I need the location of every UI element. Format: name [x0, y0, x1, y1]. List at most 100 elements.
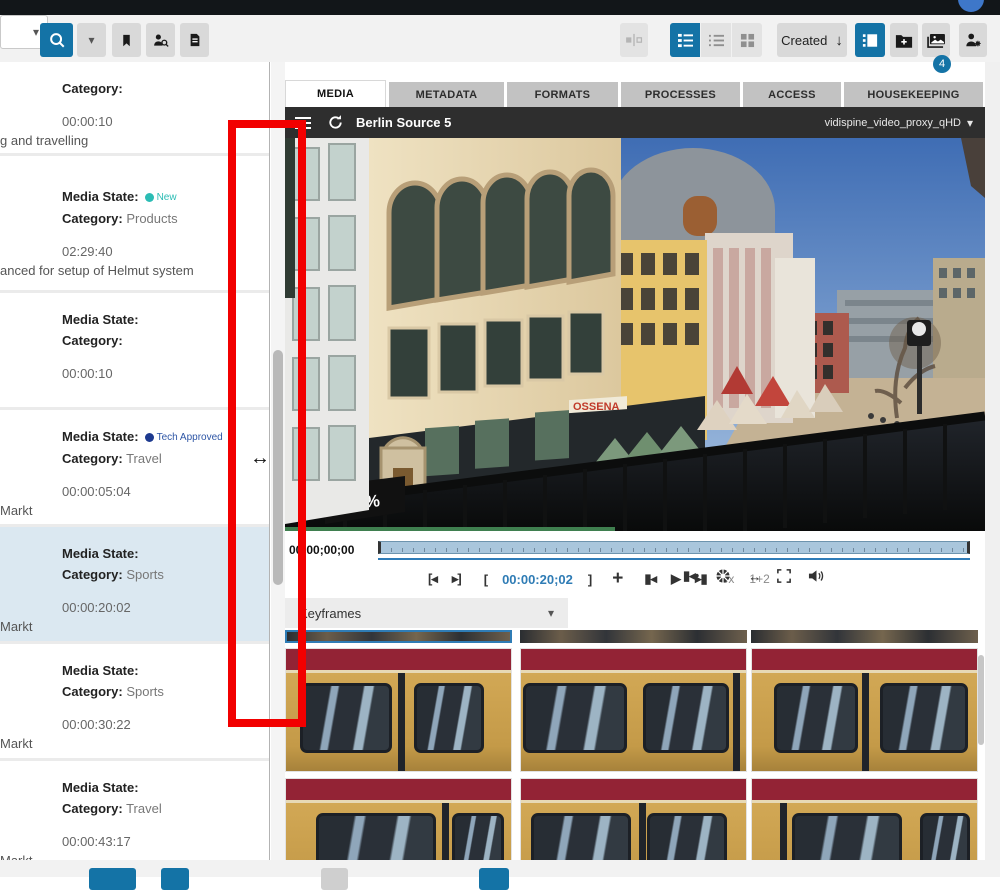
goto-in-icon[interactable]: [◂ — [428, 571, 437, 587]
category-label: Category: — [62, 333, 123, 348]
list-item[interactable]: Media State: Category: 00:00:10 — [0, 293, 270, 410]
sort-label: Created — [781, 33, 827, 48]
saved-searches-button[interactable] — [112, 23, 141, 57]
fullscreen-icon[interactable] — [777, 569, 791, 583]
top-bar — [0, 0, 1000, 15]
category-label: Category: — [62, 801, 123, 816]
duration: 00:00:20:02 — [0, 599, 270, 616]
duration: 02:29:40 — [0, 243, 270, 260]
user-search-button[interactable] — [146, 23, 175, 57]
keyframes-dropdown[interactable]: Keyframes ▾ — [285, 598, 568, 628]
sort-button[interactable]: Created ↓ — [777, 23, 847, 57]
category-value: Travel — [126, 451, 162, 466]
state-value: Tech Approved — [157, 432, 223, 443]
jump-start-icon[interactable]: ▮◂• — [683, 568, 698, 584]
panel-layout-icon — [862, 33, 878, 48]
document-icon — [188, 32, 202, 48]
view-detail-list-button[interactable] — [670, 23, 700, 57]
chevron-down-icon: ▾ — [967, 117, 973, 129]
search-button[interactable] — [40, 23, 73, 57]
chevron-down-icon: ▾ — [88, 34, 94, 46]
tab-formats[interactable]: FORMATS — [507, 82, 618, 107]
keyframe-thumbnail[interactable] — [285, 778, 512, 860]
list-item[interactable]: Media State: Category: Sports 00:00:30:2… — [0, 644, 270, 761]
panel-layout-button[interactable] — [855, 23, 885, 57]
volume-icon[interactable] — [808, 569, 825, 583]
search-options-dropdown[interactable]: ▾ — [77, 23, 106, 57]
asset-detail-panel: MEDIA METADATA FORMATS PROCESSES ACCESS … — [285, 62, 1000, 860]
bottom-button[interactable] — [321, 868, 348, 890]
category-value: Travel — [126, 801, 162, 816]
bottom-button[interactable] — [479, 868, 509, 890]
item-title: Markt — [0, 502, 270, 519]
timeline-scrubber[interactable] — [378, 541, 970, 554]
collections-button[interactable] — [922, 23, 950, 57]
mark-in-icon[interactable]: [ — [484, 572, 487, 587]
list-item[interactable]: Media State: Category: Travel 00:00:43:1… — [0, 761, 270, 860]
tab-housekeeping[interactable]: HOUSEKEEPING — [844, 82, 983, 107]
keyframe-thumbnail[interactable] — [751, 648, 978, 772]
tab-metadata[interactable]: METADATA — [389, 82, 504, 107]
video-scene: CBS — [285, 138, 985, 531]
list-item[interactable]: Media State:New Category: Products 02:29… — [0, 156, 270, 293]
bottom-button[interactable] — [89, 868, 136, 890]
arrow-down-icon: ↓ — [835, 32, 843, 49]
list-scrollbar-thumb[interactable] — [273, 350, 283, 585]
media-state-label: Media State: — [62, 780, 139, 795]
view-grid-button[interactable] — [732, 23, 762, 57]
refresh-icon[interactable] — [327, 114, 344, 131]
list-icon — [708, 33, 725, 48]
duration: 00:00:43:17 — [0, 833, 270, 850]
proxy-selector[interactable]: vidispine_video_proxy_qHD ▾ — [825, 117, 973, 129]
chevron-down-icon: ▾ — [33, 26, 39, 38]
view-list-button[interactable] — [701, 23, 731, 57]
category-value: Sports — [126, 684, 164, 699]
media-state-label: Media State: — [62, 189, 139, 204]
tab-access[interactable]: ACCESS — [743, 82, 841, 107]
list-item-selected[interactable]: Media State: Category: Sports 00:00:20:0… — [0, 527, 270, 644]
panel-splitter[interactable] — [269, 62, 270, 860]
keyframe-thumbnail[interactable] — [520, 648, 747, 772]
panel-right-margin — [985, 62, 1000, 860]
previous-frame-icon[interactable]: ▮◂ — [644, 571, 656, 587]
keyframe-thumbnail-selected[interactable] — [285, 630, 512, 643]
list-item[interactable]: Media State:Tech Approved Category: Trav… — [0, 410, 270, 527]
keyframe-thumbnail[interactable] — [520, 778, 747, 860]
tab-processes[interactable]: PROCESSES — [621, 82, 740, 107]
list-item[interactable]: Category: 00:00:10 g and travelling — [0, 62, 270, 156]
folder-add-icon — [895, 33, 913, 48]
keyframe-thumbnail[interactable] — [751, 778, 978, 860]
images-icon — [927, 33, 946, 48]
keyframe-thumbnail[interactable] — [520, 630, 747, 643]
user-search-icon — [151, 32, 170, 49]
keyframe-thumbnail[interactable] — [285, 648, 512, 772]
keyframes-dropdown-label: Keyframes — [299, 606, 361, 621]
goto-out-icon[interactable]: ▸] — [452, 571, 461, 587]
keyframes-scrollbar-thumb[interactable] — [978, 655, 984, 745]
item-title: Markt — [0, 852, 270, 860]
settings-wheel-icon[interactable] — [715, 568, 731, 584]
bottom-button[interactable] — [161, 868, 189, 890]
chevron-down-icon: ▾ — [548, 607, 554, 619]
play-icon[interactable]: ▶ — [671, 571, 680, 587]
pan-icon[interactable]: ↔ — [748, 569, 760, 584]
split-view-button[interactable] — [620, 23, 648, 57]
add-folder-button[interactable] — [890, 23, 918, 57]
document-search-button[interactable] — [180, 23, 209, 57]
keyframe-thumbnail[interactable] — [751, 630, 978, 643]
duration: 00:00:05:04 — [0, 483, 270, 500]
user-settings-button[interactable] — [959, 23, 987, 57]
main-toolbar: ▾ ▾ Created ↓ 4 — [0, 15, 1000, 62]
state-dot — [145, 193, 154, 202]
menu-icon[interactable] — [295, 114, 311, 132]
item-title: anced for setup of Helmut system — [0, 262, 270, 279]
add-marker-icon[interactable]: + — [612, 568, 623, 590]
category-label: Category: — [62, 684, 123, 699]
media-state-label: Media State: — [62, 429, 139, 444]
video-frame[interactable]: CBS — [285, 138, 985, 531]
category-label: Category: — [62, 211, 123, 226]
user-gear-icon — [964, 32, 982, 48]
bookmark-icon — [120, 33, 133, 48]
mark-out-icon[interactable]: ] — [588, 572, 591, 587]
tab-media[interactable]: MEDIA — [285, 80, 386, 107]
